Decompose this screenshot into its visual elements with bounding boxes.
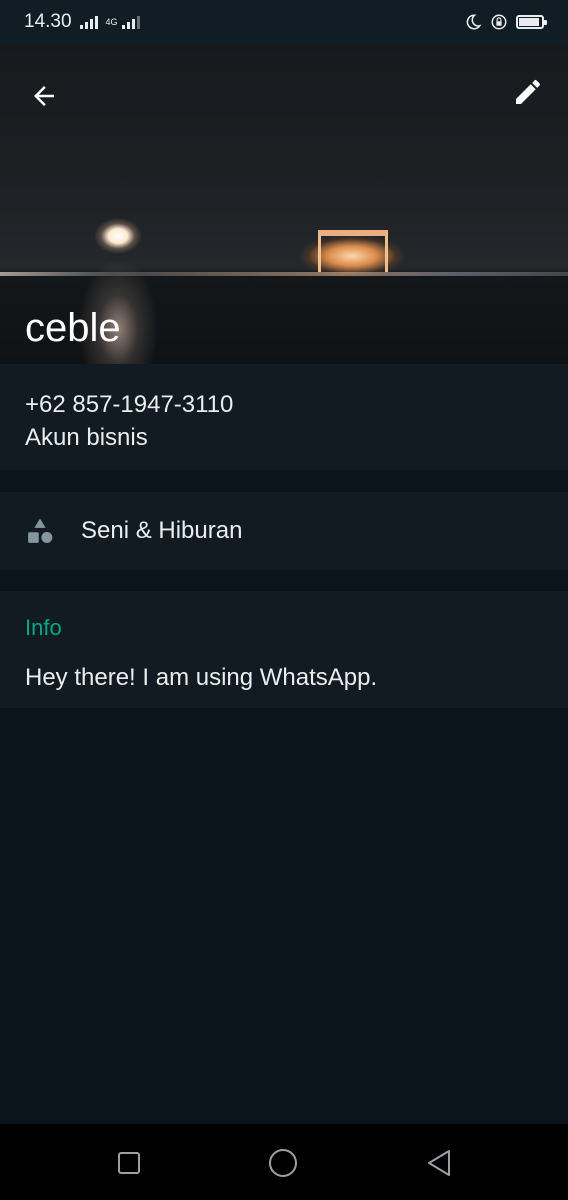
lock-rotation-icon: [491, 14, 507, 30]
signal-2-icon: [121, 15, 140, 29]
info-text: Hey there! I am using WhatsApp.: [25, 664, 378, 691]
recent-apps-icon: [118, 1152, 140, 1174]
contact-name: ceble: [25, 306, 121, 350]
category-shapes-icon: [28, 518, 53, 543]
battery-icon: [516, 15, 547, 29]
home-icon: [269, 1149, 297, 1177]
status-left: 14.30 4G: [24, 11, 140, 33]
network-type: 4G: [105, 16, 118, 27]
photo-crane-lights: [318, 230, 388, 272]
home-button[interactable]: [268, 1148, 298, 1178]
edit-pencil-icon: [516, 79, 540, 104]
category-label: Seni & Hiburan: [81, 517, 243, 544]
navigation-bar: [0, 1124, 568, 1200]
status-bar: 14.30 4G: [0, 0, 568, 44]
profile-photo[interactable]: ceble: [0, 44, 568, 364]
back-button[interactable]: [22, 74, 66, 118]
status-right: [464, 13, 547, 31]
phone-card: +62 857-1947-3110 Akun bisnis: [0, 364, 568, 470]
info-title: Info: [25, 615, 62, 640]
nav-back-button[interactable]: [424, 1148, 454, 1178]
recent-apps-button[interactable]: [114, 1148, 144, 1178]
signal-icon: [79, 15, 98, 29]
info-card: Info Hey there! I am using WhatsApp.: [0, 591, 568, 708]
phone-number[interactable]: +62 857-1947-3110: [25, 389, 543, 421]
photo-horizon: [0, 272, 568, 276]
back-arrow-icon: [34, 86, 54, 106]
clock: 14.30: [24, 11, 72, 32]
back-triangle-icon: [428, 1150, 450, 1176]
account-type: Akun bisnis: [25, 424, 148, 451]
edit-contact-button[interactable]: [506, 70, 550, 114]
moon-icon: [466, 14, 482, 30]
category-card: Seni & Hiburan: [0, 492, 568, 570]
